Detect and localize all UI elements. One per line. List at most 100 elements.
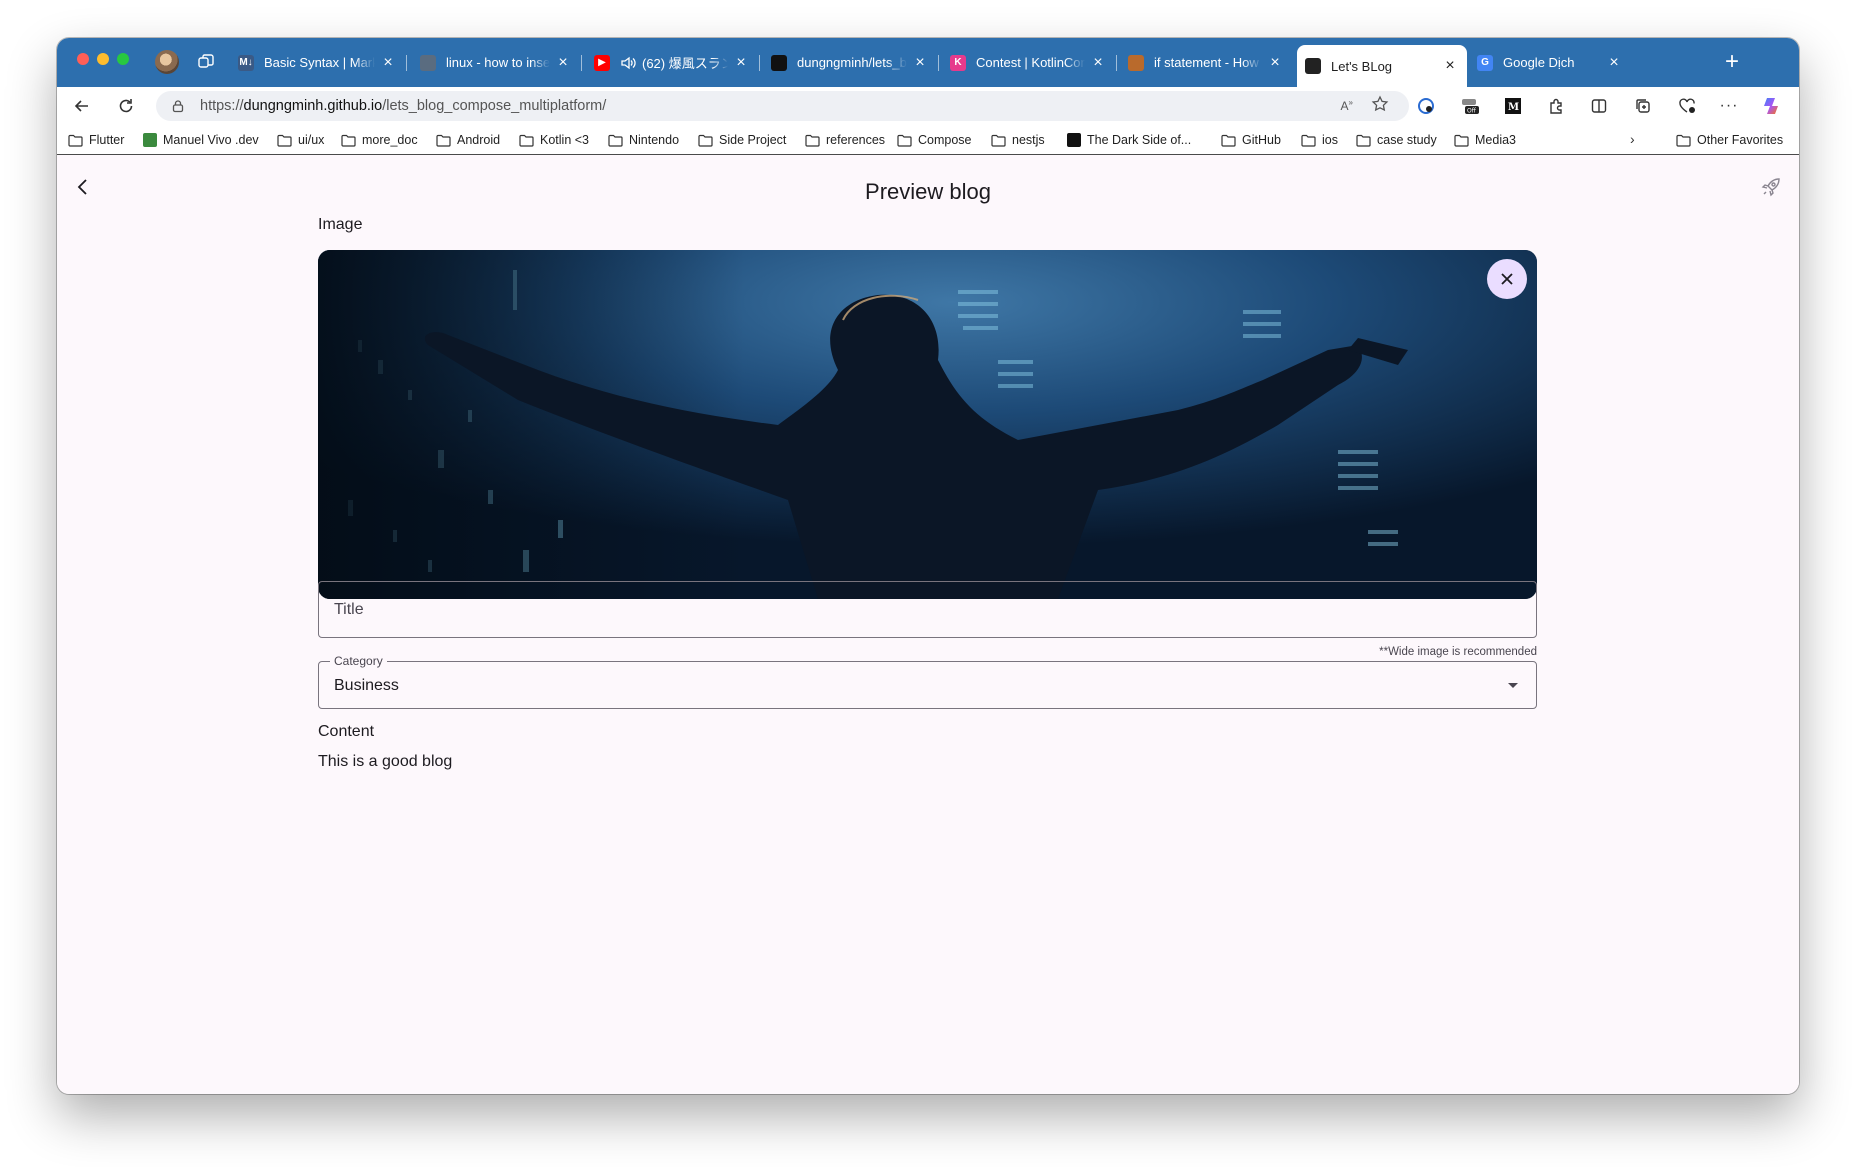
browser-tab[interactable]: M↓ Basic Syntax | Markdown Guide × [230, 46, 405, 79]
favorites-overflow-chevron-icon[interactable]: › [1630, 131, 1635, 147]
browser-tab[interactable]: linux - how to insert new line × [412, 46, 580, 79]
speaker-icon[interactable] [620, 56, 636, 70]
more-options-icon[interactable]: ··· [1715, 92, 1743, 120]
site-icon [1067, 133, 1081, 147]
favorite-item[interactable]: Kotlin <3 [519, 131, 589, 149]
zoom-window-button[interactable] [117, 53, 129, 65]
tab-close-icon[interactable]: × [913, 54, 927, 70]
favorite-item[interactable]: ui/ux [277, 131, 324, 149]
read-aloud-icon[interactable]: A» [1341, 98, 1353, 113]
tab-title: Let's BLog [1331, 58, 1393, 74]
favorite-item[interactable]: Flutter [68, 131, 124, 149]
tab-favicon-icon: ▶ [594, 54, 610, 71]
profile-avatar[interactable] [155, 50, 179, 74]
browser-tab[interactable]: ▶ (62) 爆風スランプ × [586, 46, 758, 79]
lock-icon[interactable] [170, 98, 186, 114]
favorite-label: GitHub [1242, 133, 1281, 147]
folder-icon [1221, 134, 1236, 147]
title-field[interactable] [318, 581, 1537, 638]
browser-health-icon[interactable] [1673, 92, 1701, 120]
tab-favicon-icon [1305, 58, 1321, 74]
tab-close-icon[interactable]: × [734, 54, 748, 70]
dropdown-arrow-icon[interactable] [1508, 683, 1518, 688]
medium-extension-icon[interactable]: M [1499, 92, 1527, 120]
browser-tab[interactable]: G Google Dịch × [1469, 46, 1631, 79]
image-hint: **Wide image is recommended [1379, 646, 1537, 658]
favorite-item[interactable]: references [805, 131, 885, 149]
tab-title: Basic Syntax | Markdown Guide [264, 55, 375, 70]
favorite-item[interactable]: Manuel Vivo .dev [143, 131, 259, 149]
tab-close-icon[interactable]: × [1268, 54, 1282, 70]
folder-icon [68, 134, 83, 147]
favorite-label: The Dark Side of... [1087, 133, 1192, 147]
favorite-item[interactable]: Android [436, 131, 500, 149]
tab-close-icon[interactable]: × [556, 54, 570, 70]
favorite-label: nestjs [1012, 133, 1045, 147]
favorite-label: Manuel Vivo .dev [163, 133, 259, 147]
category-select[interactable]: Category Business [318, 654, 1537, 709]
folder-icon [698, 134, 713, 147]
favorite-label: references [826, 133, 886, 147]
cover-image [318, 250, 1537, 599]
favorite-label: ios [1322, 133, 1338, 147]
favorite-label: Flutter [89, 133, 125, 147]
extension-off-icon[interactable]: Off [1456, 92, 1484, 120]
address-bar[interactable]: https://dungngminh.github.io/lets_blog_c… [156, 91, 1409, 121]
tab-separator [938, 55, 939, 71]
split-screen-icon[interactable] [1585, 92, 1613, 120]
favorite-label: Side Project [719, 133, 787, 147]
svg-text:M: M [1508, 102, 1519, 113]
favorite-item[interactable]: more_doc [341, 131, 418, 149]
folder-icon [277, 134, 292, 147]
folder-icon [1356, 134, 1371, 147]
favorite-item[interactable]: Side Project [698, 131, 786, 149]
favorite-item[interactable]: case study [1356, 131, 1437, 149]
favorite-item[interactable]: The Dark Side of... [1067, 131, 1191, 149]
publish-rocket-button[interactable] [1757, 173, 1785, 201]
remove-image-button[interactable] [1487, 259, 1527, 299]
favorite-item[interactable]: Nintendo [608, 131, 679, 149]
category-label: Category [330, 654, 387, 668]
folder-icon [1676, 134, 1691, 147]
title-input[interactable] [319, 582, 1536, 637]
workspaces-icon[interactable] [194, 50, 218, 74]
favorite-label: Android [457, 133, 501, 147]
tab-close-icon[interactable]: × [1091, 54, 1105, 70]
favorite-item[interactable]: GitHub [1221, 131, 1281, 149]
favorite-star-icon[interactable] [1371, 95, 1389, 117]
url-host: dungngminh.github.io [243, 98, 383, 114]
tab-separator [406, 55, 407, 71]
tab-favicon-icon [771, 54, 787, 71]
favorite-item[interactable]: nestjs [991, 131, 1045, 149]
other-favorites[interactable]: Other Favorites [1676, 131, 1783, 149]
browser-tab[interactable]: K Contest | KotlinConf 2024 × [942, 46, 1115, 79]
folder-icon [519, 134, 534, 147]
copilot-icon[interactable] [1758, 92, 1786, 120]
favorite-label: Nintendo [629, 133, 680, 147]
reload-icon[interactable] [112, 92, 140, 120]
minimize-window-button[interactable] [97, 53, 109, 65]
tab-favicon-icon: G [1477, 54, 1493, 71]
tab-title: Contest | KotlinConf 2024 [976, 55, 1085, 70]
tab-close-icon[interactable]: × [1607, 54, 1621, 70]
collections-icon[interactable] [1629, 92, 1657, 120]
favorite-item[interactable]: Media3 [1454, 131, 1516, 149]
tab-favicon-icon [420, 54, 436, 71]
browser-tab[interactable]: Let's BLog × [1297, 45, 1467, 87]
browser-tab[interactable]: if statement - How to × [1120, 46, 1292, 79]
tab-close-icon[interactable]: × [1443, 58, 1457, 74]
tab-separator [581, 55, 582, 71]
back-arrow-icon[interactable] [68, 92, 96, 120]
new-tab-button[interactable]: + [1725, 48, 1739, 76]
extensions-puzzle-icon[interactable] [1542, 92, 1570, 120]
favorites-bar: Flutter Manuel Vivo .dev ui/ux more_doc Andr… [57, 125, 1799, 155]
extension-browser-essentials-icon[interactable] [1412, 92, 1440, 120]
folder-icon [1301, 134, 1316, 147]
favorite-item[interactable]: ios [1301, 131, 1338, 149]
browser-tab[interactable]: dungngminh/lets_blog × [763, 46, 937, 79]
close-window-button[interactable] [77, 53, 89, 65]
folder-icon [991, 134, 1006, 147]
folder-icon [436, 134, 451, 147]
favorite-item[interactable]: Compose [897, 131, 972, 149]
tab-close-icon[interactable]: × [381, 54, 395, 70]
